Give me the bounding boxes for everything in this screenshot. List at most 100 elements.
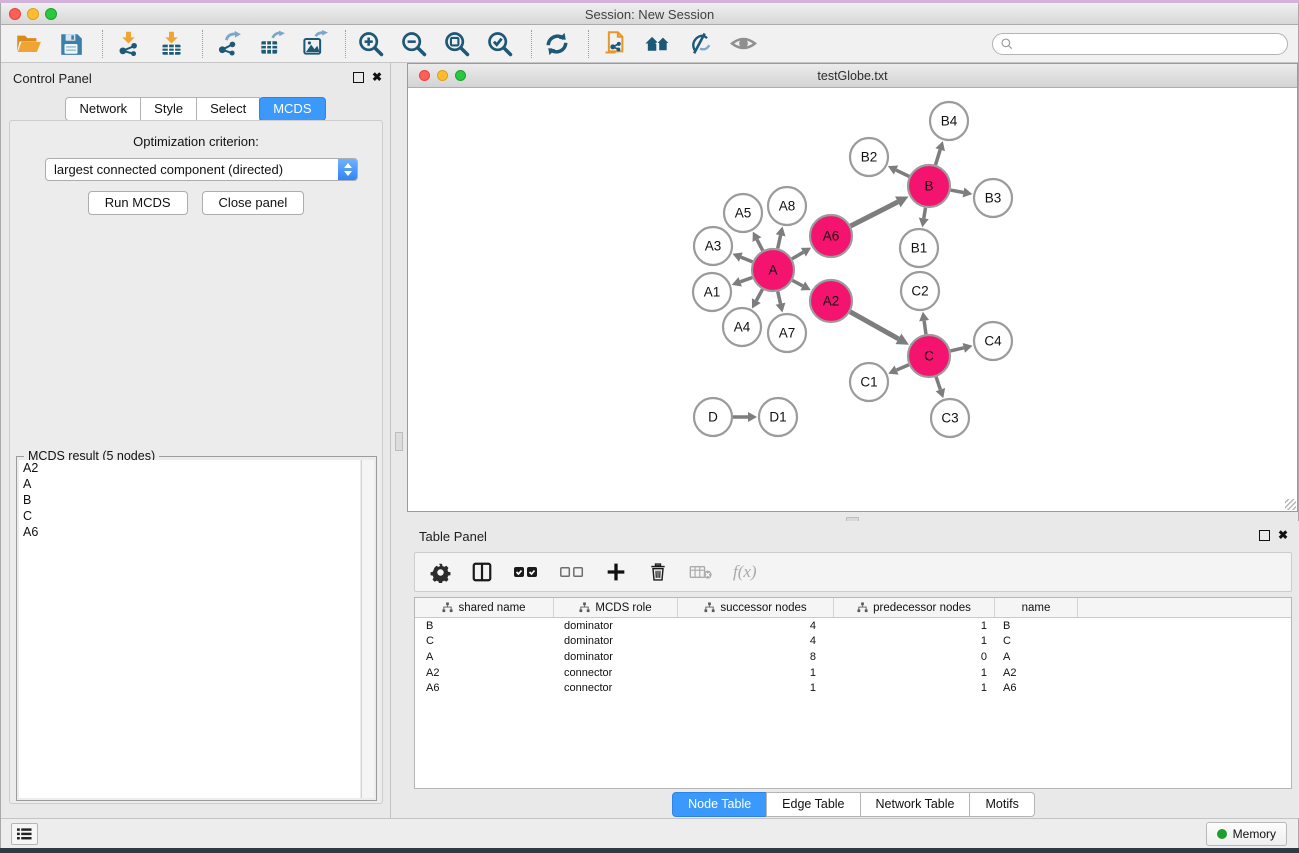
cell-shared-name[interactable]: C (415, 635, 554, 647)
cell-name[interactable]: A (995, 651, 1078, 663)
cell-predecessor-nodes[interactable]: 1 (834, 667, 995, 679)
graph-edge-A-A4[interactable] (756, 289, 762, 300)
cell-shared-name[interactable]: B (415, 620, 554, 632)
mcds-result-item[interactable]: A2 (19, 460, 360, 476)
graph-edge-B-B2[interactable] (896, 170, 909, 176)
graph-edge-A-A2[interactable] (792, 280, 802, 286)
network-window-titlebar[interactable]: testGlobe.txt (408, 64, 1297, 88)
cell-name[interactable]: A6 (995, 682, 1078, 694)
export-network-icon[interactable] (213, 29, 243, 59)
task-history-button[interactable] (11, 823, 38, 845)
import-table-icon[interactable] (156, 29, 186, 59)
delete-columns-trash-icon[interactable] (647, 559, 669, 585)
cell-predecessor-nodes[interactable]: 0 (834, 651, 995, 663)
table-row[interactable]: A6connector11A6 (415, 680, 1291, 696)
create-column-plus-icon[interactable] (605, 559, 627, 585)
criterion-dropdown[interactable]: largest connected component (directed) (45, 158, 358, 181)
graph-edge-A-A7[interactable] (778, 291, 781, 303)
show-hide-graphics-icon[interactable] (728, 29, 758, 59)
zoom-selected-icon[interactable] (485, 29, 515, 59)
window-resize-grip[interactable] (1285, 499, 1296, 510)
cell-successor-nodes[interactable]: 4 (678, 635, 834, 647)
mcds-result-item[interactable]: C (19, 508, 360, 524)
search-input[interactable] (1014, 37, 1287, 51)
cell-successor-nodes[interactable]: 1 (678, 682, 834, 694)
graph-edge-A-A6[interactable] (792, 252, 803, 259)
unselect-all-columns-icon[interactable] (559, 559, 585, 585)
graph-edge-A-A3[interactable] (741, 257, 753, 262)
title-bar[interactable]: Session: New Session (1, 3, 1298, 25)
graph-edge-B-B4[interactable] (935, 150, 940, 165)
home-icon[interactable] (642, 29, 672, 59)
close-table-panel-icon[interactable]: ✖ (1278, 528, 1288, 542)
memory-button[interactable]: Memory (1206, 822, 1287, 846)
cell-successor-nodes[interactable]: 1 (678, 667, 834, 679)
tab-network[interactable]: Network (65, 97, 141, 121)
mcds-result-item[interactable]: A6 (19, 524, 360, 540)
graph-edge-A-A5[interactable] (757, 240, 763, 251)
tab-motifs[interactable]: Motifs (969, 792, 1034, 817)
tab-network-table[interactable]: Network Table (860, 792, 971, 817)
zoom-fit-icon[interactable] (442, 29, 472, 59)
graph-edge-C-C4[interactable] (950, 348, 963, 351)
cell-mcds-role[interactable]: connector (554, 682, 678, 694)
mcds-result-scrollbar[interactable] (361, 460, 374, 798)
open-session-icon[interactable] (13, 29, 43, 59)
cell-predecessor-nodes[interactable]: 1 (834, 635, 995, 647)
cell-successor-nodes[interactable]: 4 (678, 620, 834, 632)
network-canvas[interactable]: AA1A2A3A4A5A6A7A8BB1B2B3B4CC1C2C3C4DD1 (408, 88, 1297, 511)
close-panel-button[interactable]: Close panel (202, 191, 305, 215)
mcds-result-item[interactable]: A (19, 476, 360, 492)
cell-shared-name[interactable]: A6 (415, 682, 554, 694)
float-panel-icon[interactable] (353, 72, 364, 83)
cell-mcds-role[interactable]: dominator (554, 635, 678, 647)
graph-edge-A6-B[interactable] (851, 202, 898, 226)
table-row[interactable]: Adominator80A (415, 649, 1291, 665)
cell-shared-name[interactable]: A2 (415, 667, 554, 679)
refresh-icon[interactable] (542, 29, 572, 59)
save-session-icon[interactable] (56, 29, 86, 59)
run-mcds-button[interactable]: Run MCDS (88, 191, 188, 215)
graph-edge-A2-C[interactable] (850, 312, 898, 339)
tab-edge-table[interactable]: Edge Table (766, 792, 860, 817)
zoom-out-icon[interactable] (399, 29, 429, 59)
tab-mcds[interactable]: MCDS (259, 97, 325, 121)
export-table-icon[interactable] (256, 29, 286, 59)
network-graph[interactable]: AA1A2A3A4A5A6A7A8BB1B2B3B4CC1C2C3C4DD1 (408, 88, 1297, 511)
splitter-grip[interactable] (395, 432, 403, 451)
cell-shared-name[interactable]: A (415, 651, 554, 663)
tab-node-table[interactable]: Node Table (672, 792, 767, 817)
graph-edge-C-C3[interactable] (936, 377, 940, 390)
mcds-result-list[interactable]: A2ABCA6 (19, 460, 360, 798)
column-header-successor-nodes[interactable]: successor nodes (678, 598, 834, 617)
toggle-graphics-details-icon[interactable] (685, 29, 715, 59)
graph-edge-A-A1[interactable] (740, 277, 752, 281)
show-columns-icon[interactable] (471, 559, 493, 585)
cell-predecessor-nodes[interactable]: 1 (834, 620, 995, 632)
graph-edge-C-C2[interactable] (924, 321, 926, 334)
table-row[interactable]: A2connector11A2 (415, 665, 1291, 681)
mcds-result-item[interactable]: B (19, 492, 360, 508)
float-table-panel-icon[interactable] (1259, 530, 1270, 541)
cell-name[interactable]: A2 (995, 667, 1078, 679)
tab-style[interactable]: Style (140, 97, 197, 121)
graph-edge-C-C1[interactable] (897, 365, 909, 370)
column-header-predecessor-nodes[interactable]: predecessor nodes (834, 598, 995, 617)
cell-mcds-role[interactable]: dominator (554, 651, 678, 663)
cell-name[interactable]: C (995, 635, 1078, 647)
column-header-mcds-role[interactable]: MCDS role (554, 598, 678, 617)
table-row[interactable]: Bdominator41B (415, 618, 1291, 634)
cell-mcds-role[interactable]: dominator (554, 620, 678, 632)
search-field[interactable] (992, 33, 1288, 55)
import-network-icon[interactable] (113, 29, 143, 59)
graph-edge-B-B3[interactable] (951, 190, 964, 192)
select-all-columns-icon[interactable] (513, 559, 539, 585)
column-header-name[interactable]: name (995, 598, 1078, 617)
graph-edge-B-B1[interactable] (924, 208, 926, 219)
cell-successor-nodes[interactable]: 8 (678, 651, 834, 663)
vertical-splitter[interactable] (391, 63, 407, 818)
column-header-shared-name[interactable]: shared name (415, 598, 554, 617)
table-row[interactable]: Cdominator41C (415, 634, 1291, 650)
cell-predecessor-nodes[interactable]: 1 (834, 682, 995, 694)
zoom-in-icon[interactable] (356, 29, 386, 59)
